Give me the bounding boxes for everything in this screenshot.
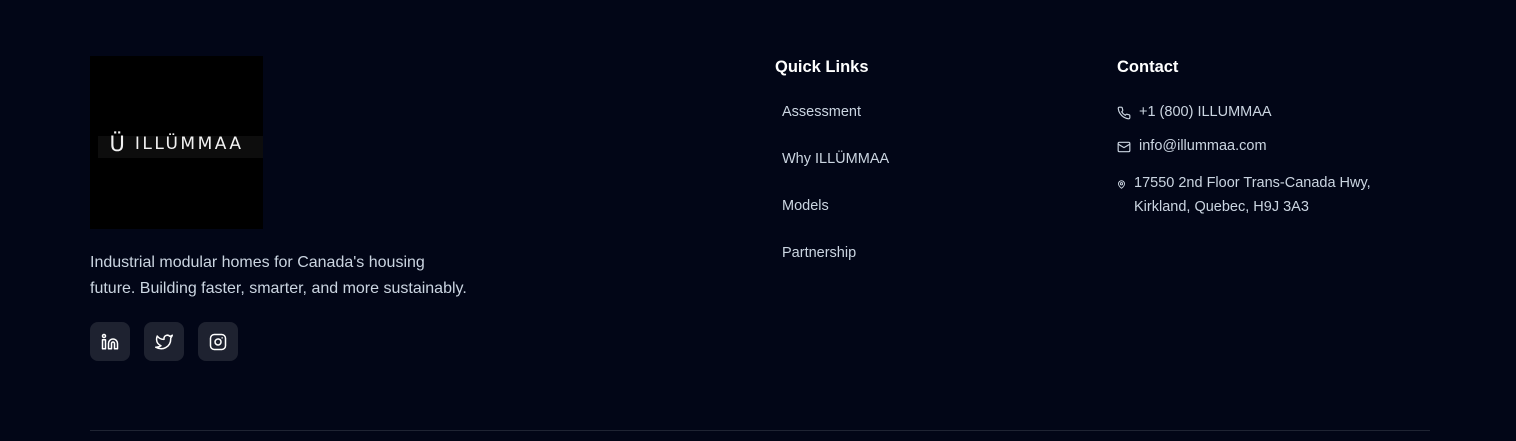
quick-links-section: Quick Links Assessment Why ILLÜMMAA Mode… xyxy=(775,58,889,291)
site-footer: Ü ILLÜMMAA Industrial modular homes for … xyxy=(0,0,1516,441)
quick-links-list: Assessment Why ILLÜMMAA Models Partnersh… xyxy=(775,103,889,291)
link-why-illummaa[interactable]: Why ILLÜMMAA xyxy=(775,151,889,167)
logo-wordmark: Ü ILLÜMMAA xyxy=(110,132,244,156)
contact-email[interactable]: info@illummaa.com xyxy=(1117,138,1371,171)
email-text: info@illummaa.com xyxy=(1139,138,1267,154)
linkedin-button[interactable] xyxy=(90,322,130,361)
contact-list: +1 (800) ILLUMMAA info@illummaa.com 1755… xyxy=(1117,104,1371,219)
contact-title: Contact xyxy=(1117,58,1179,76)
phone-icon xyxy=(1117,106,1131,120)
link-partnership[interactable]: Partnership xyxy=(775,245,856,261)
link-models[interactable]: Models xyxy=(775,198,829,214)
quick-links-title: Quick Links xyxy=(775,58,869,76)
logo-mark: Ü xyxy=(109,131,125,156)
brand-tagline: Industrial modular homes for Canada's ho… xyxy=(90,254,467,297)
contact-section: Contact +1 (800) ILLUMMAA info@illummaa.… xyxy=(1117,58,1371,219)
logo[interactable]: Ü ILLÜMMAA xyxy=(90,56,263,229)
mail-icon xyxy=(1117,141,1131,153)
footer-divider xyxy=(90,430,1430,431)
link-assessment[interactable]: Assessment xyxy=(775,104,861,120)
phone-text: +1 (800) ILLUMMAA xyxy=(1139,104,1272,120)
social-links xyxy=(90,322,480,361)
instagram-button[interactable] xyxy=(198,322,238,361)
logo-text: ILLÜMMAA xyxy=(134,133,244,154)
contact-address: 17550 2nd Floor Trans-Canada Hwy, Kirkla… xyxy=(1117,171,1371,219)
contact-phone[interactable]: +1 (800) ILLUMMAA xyxy=(1117,104,1371,138)
instagram-icon xyxy=(209,333,227,350)
twitter-icon xyxy=(155,334,173,349)
address-text: 17550 2nd Floor Trans-Canada Hwy, Kirkla… xyxy=(1134,171,1371,219)
brand-section: Ü ILLÜMMAA Industrial modular homes for … xyxy=(90,56,480,361)
linkedin-icon xyxy=(101,333,119,349)
twitter-button[interactable] xyxy=(144,322,184,361)
address-line-2: Kirkland, Quebec, H9J 3A3 xyxy=(1134,199,1309,215)
address-line-1: 17550 2nd Floor Trans-Canada Hwy, xyxy=(1134,175,1371,191)
map-pin-icon xyxy=(1118,180,1125,189)
